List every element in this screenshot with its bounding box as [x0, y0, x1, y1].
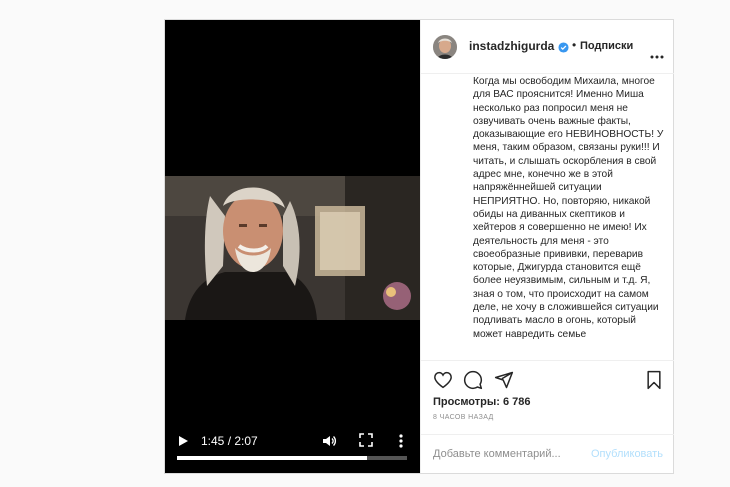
heart-icon[interactable] [433, 371, 453, 394]
following-button[interactable]: Подписки [580, 40, 633, 52]
video-time: 1:45 / 2:07 [201, 434, 258, 448]
comment-bar: Опубликовать [421, 434, 674, 473]
page: 1:45 / 2:07 instadzhigurda • Подписки Ко… [0, 0, 730, 487]
comment-icon[interactable] [463, 370, 483, 395]
video-progress-fill [177, 456, 367, 460]
bookmark-icon[interactable] [645, 370, 663, 395]
post-header: instadzhigurda • Подписки [421, 20, 674, 74]
video-player[interactable]: 1:45 / 2:07 [165, 20, 420, 473]
verified-badge-icon [558, 40, 569, 53]
video-still-image [165, 176, 420, 320]
video-controls: 1:45 / 2:07 [165, 425, 420, 473]
post-sidebar: instadzhigurda • Подписки Когда мы освоб… [420, 20, 674, 473]
username-link[interactable]: instadzhigurda [469, 39, 554, 53]
more-horizontal-icon[interactable] [650, 46, 664, 59]
header-separator: • [572, 38, 577, 52]
views-count[interactable]: Просмотры: 6 786 [433, 396, 531, 408]
instagram-post: 1:45 / 2:07 instadzhigurda • Подписки Ко… [164, 19, 674, 474]
post-actions [421, 360, 674, 400]
post-timestamp[interactable]: 8 ЧАСОВ НАЗАД [433, 414, 494, 421]
comment-input[interactable] [433, 445, 583, 463]
fullscreen-icon[interactable] [359, 433, 373, 447]
share-icon[interactable] [494, 370, 514, 395]
more-vertical-icon[interactable] [397, 433, 405, 449]
publish-comment-button[interactable]: Опубликовать [591, 448, 663, 460]
avatar[interactable] [433, 35, 457, 59]
post-caption: Когда мы освободим Михаила, многое для В… [473, 76, 664, 340]
volume-icon[interactable] [321, 433, 337, 449]
video-progress-bar[interactable] [177, 456, 407, 460]
video-frame[interactable] [165, 176, 420, 320]
play-icon[interactable] [177, 433, 191, 449]
